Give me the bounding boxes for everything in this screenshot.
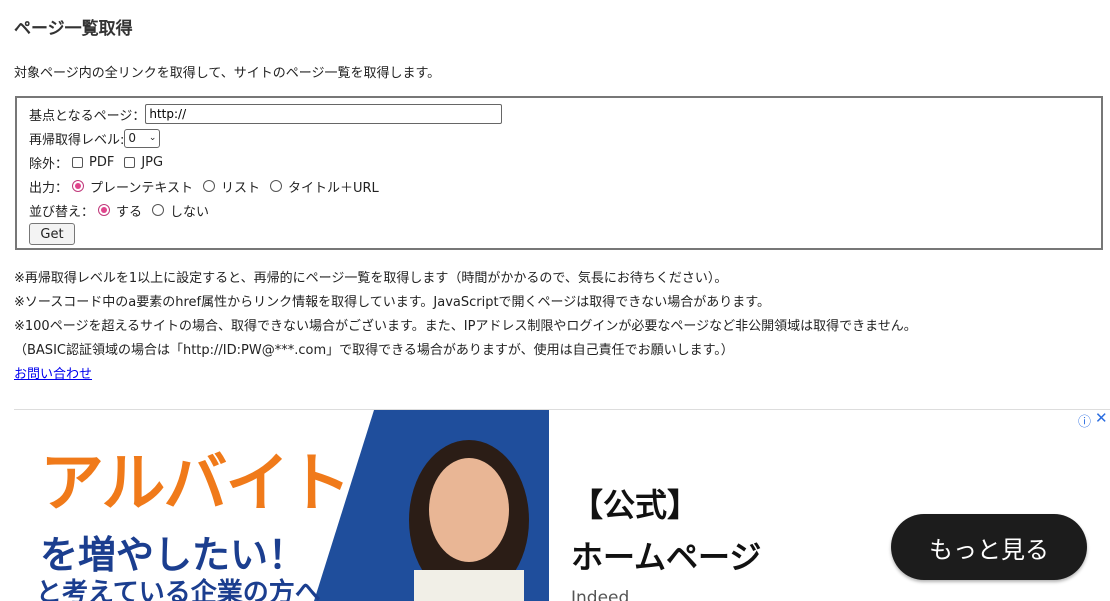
sort-no-label: しない bbox=[170, 204, 210, 220]
ad-title-line2: ホームページ bbox=[571, 538, 762, 576]
note-line: （BASIC認証領域の場合は「http://ID:PW@***.com」で取得で… bbox=[14, 343, 734, 358]
output-plaintext-label: プレーンテキスト bbox=[90, 180, 193, 196]
sort-yes-label: する bbox=[116, 204, 143, 220]
exclude-row: 除外： PDF JPG bbox=[29, 152, 169, 172]
sort-yes-radio[interactable] bbox=[98, 204, 111, 216]
output-label: 出力： bbox=[29, 180, 69, 196]
level-select-value: 0 bbox=[128, 131, 137, 145]
output-list-label: リスト bbox=[220, 180, 260, 196]
notes: ※再帰取得レベルを1以上に設定すると、再帰的にページ一覧を取得します（時間がかか… bbox=[14, 267, 917, 387]
advertisement[interactable]: アルバイト を増やしたい！ と考えている企業の方へ 【公式】 ホームページ In… bbox=[14, 409, 1110, 601]
exclude-jpg-label: JPG bbox=[141, 154, 164, 170]
base-page-row: 基点となるページ： bbox=[29, 104, 503, 124]
ad-close-icon[interactable]: ✕ bbox=[1095, 410, 1108, 427]
ad-image-subheadline: を増やしたい！ bbox=[40, 533, 307, 577]
get-button[interactable]: Get bbox=[29, 223, 75, 245]
ad-image-subheadline-2: と考えている企業の方へ bbox=[36, 578, 321, 601]
ad-image[interactable]: アルバイト を増やしたい！ と考えている企業の方へ bbox=[14, 410, 549, 601]
sort-row: 並び替え： する しない bbox=[29, 200, 215, 220]
page-title: ページ一覧取得 bbox=[14, 19, 133, 39]
page-description: 対象ページ内の全リンクを取得して、サイトのページ一覧を取得します。 bbox=[14, 66, 441, 81]
level-select[interactable]: 0 ⌄ bbox=[124, 128, 161, 148]
crawl-form: 基点となるページ： 再帰取得レベル: 0 ⌄ 除外： PDF JPG 出力： プ… bbox=[15, 96, 1103, 250]
output-list-radio[interactable] bbox=[202, 180, 215, 192]
ad-sponsor: Indeed bbox=[571, 588, 630, 601]
note-line: ※再帰取得レベルを1以上に設定すると、再帰的にページ一覧を取得します（時間がかか… bbox=[14, 271, 728, 286]
exclude-jpg-checkbox[interactable] bbox=[124, 156, 136, 168]
exclude-pdf-label: PDF bbox=[89, 154, 115, 170]
level-row: 再帰取得レベル: 0 ⌄ bbox=[29, 128, 161, 148]
ad-info-icon[interactable]: ⓘ bbox=[1078, 411, 1091, 430]
sort-no-radio[interactable] bbox=[152, 204, 165, 216]
output-title-url-label: タイトル＋URL bbox=[288, 180, 379, 196]
chevron-down-icon: ⌄ bbox=[148, 133, 157, 143]
submit-row: Get bbox=[29, 223, 75, 245]
contact-link[interactable]: お問い合わせ bbox=[14, 367, 92, 382]
output-title-url-radio[interactable] bbox=[270, 180, 282, 192]
base-page-label: 基点となるページ： bbox=[29, 108, 146, 124]
note-line: ※ソースコード中のa要素のhref属性からリンク情報を取得しています。JavaS… bbox=[14, 295, 770, 310]
note-line: ※100ページを超えるサイトの場合、取得できない場合がございます。また、IPアド… bbox=[14, 319, 917, 334]
ad-person-face bbox=[429, 458, 509, 562]
output-plaintext-radio[interactable] bbox=[72, 180, 85, 192]
exclude-pdf-checkbox[interactable] bbox=[72, 156, 84, 168]
ad-person-clothes bbox=[414, 570, 524, 601]
level-label: 再帰取得レベル: bbox=[29, 132, 125, 148]
ad-image-headline: アルバイト bbox=[40, 447, 351, 521]
ad-title-line1: 【公式】 bbox=[571, 486, 700, 524]
page: ページ一覧取得 対象ページ内の全リンクを取得して、サイトのページ一覧を取得します… bbox=[0, 0, 1110, 601]
sort-label: 並び替え： bbox=[29, 204, 95, 220]
exclude-label: 除外： bbox=[29, 156, 69, 172]
ad-more-button[interactable]: もっと見る bbox=[891, 514, 1087, 580]
output-row: 出力： プレーンテキスト リスト タイトル＋URL bbox=[29, 176, 385, 196]
base-url-input[interactable] bbox=[145, 104, 503, 124]
